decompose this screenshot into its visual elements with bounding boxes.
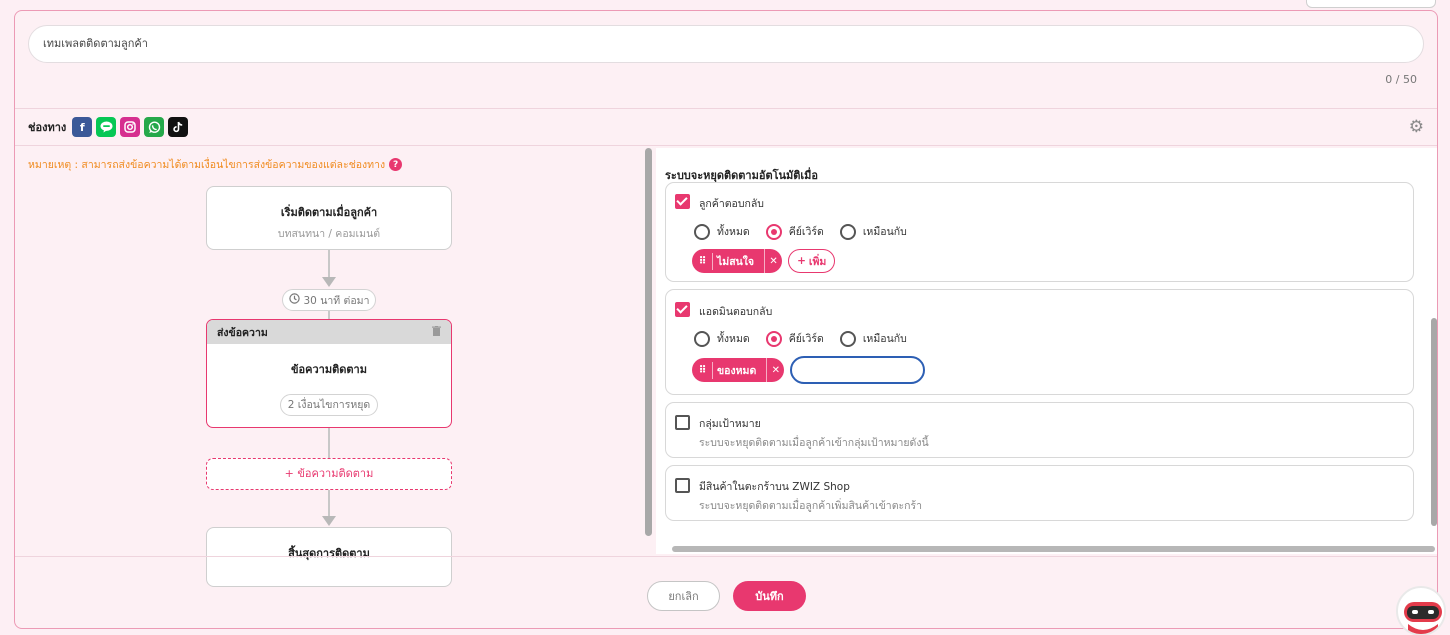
customer-reply-checkbox[interactable] bbox=[675, 194, 690, 209]
zwiz-cart-desc: ระบบจะหยุดติดตามเมื่อลูกค้าเพิ่มสินค้าเข… bbox=[699, 500, 923, 512]
zwiz-cart-checkbox[interactable] bbox=[675, 478, 690, 493]
right-vertical-scrollbar[interactable] bbox=[1431, 318, 1437, 526]
radio-icon bbox=[839, 330, 856, 347]
stop-condition-pill[interactable]: 2 เงื่อนไขการหยุด bbox=[280, 394, 378, 416]
follow-up-editor-panel: เทมเพลตติดตามลูกค้า 0 / 50 ช่องทาง f ⚙ ห… bbox=[14, 10, 1438, 629]
option-label: ทั้งหมด bbox=[717, 333, 750, 345]
keyword-chip-label: ของหมด bbox=[712, 361, 766, 379]
admin-reply-checkbox[interactable] bbox=[675, 302, 690, 317]
customer-reply-option-exact[interactable]: เหมือนกับ bbox=[839, 223, 907, 240]
channel-note: หมายเหตุ : สามารถส่งข้อความได้ตามเงื่อนไ… bbox=[28, 156, 403, 173]
save-button[interactable]: บันทึก bbox=[733, 581, 806, 611]
target-group-desc: ระบบจะหยุดติดตามเมื่อลูกค้าเข้ากลุ่มเป้า… bbox=[699, 437, 929, 449]
flow-connector bbox=[328, 428, 330, 458]
option-label: ทั้งหมด bbox=[717, 226, 750, 238]
divider bbox=[15, 145, 1437, 146]
admin-reply-radio-group: ทั้งหมด คีย์เวิร์ด เหมือนกับ bbox=[694, 330, 923, 347]
option-label: เหมือนกับ bbox=[862, 226, 907, 238]
flow-start-subtitle: บทสนทนา / คอมเมนต์ bbox=[277, 228, 381, 240]
customer-reply-option-keyword[interactable]: คีย์เวิร์ด bbox=[765, 223, 824, 240]
radio-selected-icon bbox=[765, 223, 782, 240]
keyword-input[interactable] bbox=[790, 356, 926, 384]
help-icon[interactable]: ? bbox=[389, 158, 403, 171]
zwiz-cart-label: มีสินค้าในตะกร้าบน ZWIZ Shop bbox=[699, 481, 850, 493]
drag-handle-icon[interactable]: ⠿ bbox=[692, 256, 712, 267]
radio-selected-icon bbox=[765, 330, 782, 347]
radio-icon bbox=[694, 330, 710, 347]
admin-reply-option-all[interactable]: ทั้งหมด bbox=[694, 330, 750, 347]
flow-arrow-icon bbox=[322, 277, 336, 287]
target-group-checkbox[interactable] bbox=[675, 415, 690, 430]
plus-icon: + bbox=[797, 255, 806, 267]
flow-start-title: เริ่มติดตามเมื่อลูกค้า bbox=[280, 206, 378, 219]
customer-reply-radio-group: ทั้งหมด คีย์เวิร์ด เหมือนกับ bbox=[694, 223, 923, 240]
customer-reply-keywords: ⠿ ไม่สนใจ ✕ + เพิ่ม bbox=[692, 249, 836, 273]
admin-reply-card: แอดมินตอบกลับ ทั้งหมด คีย์เวิร์ด เหมือนก… bbox=[665, 289, 1414, 395]
flow-connector bbox=[328, 490, 330, 516]
wait-duration-text: 30 นาที ต่อมา bbox=[303, 294, 370, 307]
gear-icon[interactable]: ⚙ bbox=[1409, 118, 1424, 136]
keyword-chip[interactable]: ⠿ ของหมด ✕ bbox=[692, 358, 785, 382]
cancel-button[interactable]: ยกเลิก bbox=[647, 581, 720, 611]
target-group-card: กลุ่มเป้าหมาย ระบบจะหยุดติดตามเมื่อลูกค้… bbox=[665, 402, 1414, 458]
left-scrollbar[interactable] bbox=[645, 148, 652, 536]
flow-end-title: สิ้นสุดการติดตาม bbox=[288, 547, 370, 560]
channel-note-text: หมายเหตุ : สามารถส่งข้อความได้ตามเงื่อนไ… bbox=[28, 159, 386, 171]
admin-reply-keywords: ⠿ ของหมด ✕ bbox=[692, 356, 926, 384]
keyword-chip-label: ไม่สนใจ bbox=[712, 252, 764, 270]
chatbot-avatar-icon[interactable] bbox=[1396, 586, 1446, 635]
send-message-header-label: ส่งข้อความ bbox=[217, 326, 268, 339]
target-group-label: กลุ่มเป้าหมาย bbox=[699, 418, 761, 430]
send-message-node[interactable]: ส่งข้อความ ข้อความติดตาม 2 เงื่อนไขการหย… bbox=[206, 319, 452, 428]
zwiz-cart-card: มีสินค้าในตะกร้าบน ZWIZ Shop ระบบจะหยุดต… bbox=[665, 465, 1414, 521]
add-follow-message-button[interactable]: + ข้อความติดตาม bbox=[206, 458, 452, 490]
admin-reply-label: แอดมินตอบกลับ bbox=[699, 306, 773, 318]
send-message-title: ข้อความติดตาม bbox=[291, 363, 367, 376]
template-name-input[interactable]: เทมเพลตติดตามลูกค้า bbox=[28, 25, 1424, 63]
send-message-header: ส่งข้อความ bbox=[207, 320, 451, 344]
flow-start-node[interactable]: เริ่มติดตามเมื่อลูกค้า บทสนทนา / คอมเมนต… bbox=[206, 186, 452, 250]
right-horizontal-scrollbar[interactable] bbox=[672, 546, 1435, 552]
trash-icon[interactable] bbox=[432, 325, 441, 339]
option-label: เหมือนกับ bbox=[862, 333, 907, 345]
line-icon[interactable] bbox=[96, 117, 117, 137]
channel-row: ช่องทาง f bbox=[28, 117, 189, 137]
wait-duration-pill[interactable]: 30 นาที ต่อมา bbox=[282, 289, 376, 311]
radio-icon bbox=[839, 223, 856, 240]
option-label: คีย์เวิร์ด bbox=[788, 333, 824, 345]
option-label: คีย์เวิร์ด bbox=[788, 226, 824, 238]
stop-settings-pane: ระบบจะหยุดติดตามอัตโนมัติเมื่อ ลูกค้าตอบ… bbox=[656, 148, 1437, 554]
add-keyword-label: เพิ่ม bbox=[808, 255, 827, 268]
drag-handle-icon[interactable]: ⠿ bbox=[692, 365, 712, 376]
facebook-icon[interactable]: f bbox=[72, 117, 93, 137]
template-name-counter: 0 / 50 bbox=[1385, 73, 1417, 86]
flow-connector bbox=[328, 311, 330, 319]
customer-reply-label: ลูกค้าตอบกลับ bbox=[699, 198, 764, 210]
flow-end-node[interactable]: สิ้นสุดการติดตาม bbox=[206, 527, 452, 587]
top-control-stub bbox=[1306, 0, 1436, 8]
close-icon[interactable]: ✕ bbox=[766, 358, 784, 382]
divider bbox=[15, 108, 1437, 109]
divider bbox=[15, 556, 1437, 557]
flow-connector bbox=[328, 250, 330, 278]
whatsapp-icon[interactable] bbox=[144, 117, 165, 137]
close-icon[interactable]: ✕ bbox=[764, 249, 782, 273]
admin-reply-option-exact[interactable]: เหมือนกับ bbox=[839, 330, 907, 347]
customer-reply-card: ลูกค้าตอบกลับ ทั้งหมด คีย์เวิร์ด เหมือนก… bbox=[665, 182, 1414, 282]
keyword-chip[interactable]: ⠿ ไม่สนใจ ✕ bbox=[692, 249, 783, 273]
clock-icon bbox=[288, 293, 300, 307]
radio-icon bbox=[694, 223, 710, 240]
admin-reply-option-keyword[interactable]: คีย์เวิร์ด bbox=[765, 330, 824, 347]
customer-reply-option-all[interactable]: ทั้งหมด bbox=[694, 223, 750, 240]
flow-arrow-icon bbox=[322, 516, 336, 526]
instagram-icon[interactable] bbox=[120, 117, 141, 137]
add-keyword-button[interactable]: + เพิ่ม bbox=[788, 249, 836, 273]
channel-label: ช่องทาง bbox=[28, 121, 67, 134]
tiktok-icon[interactable] bbox=[168, 117, 189, 137]
